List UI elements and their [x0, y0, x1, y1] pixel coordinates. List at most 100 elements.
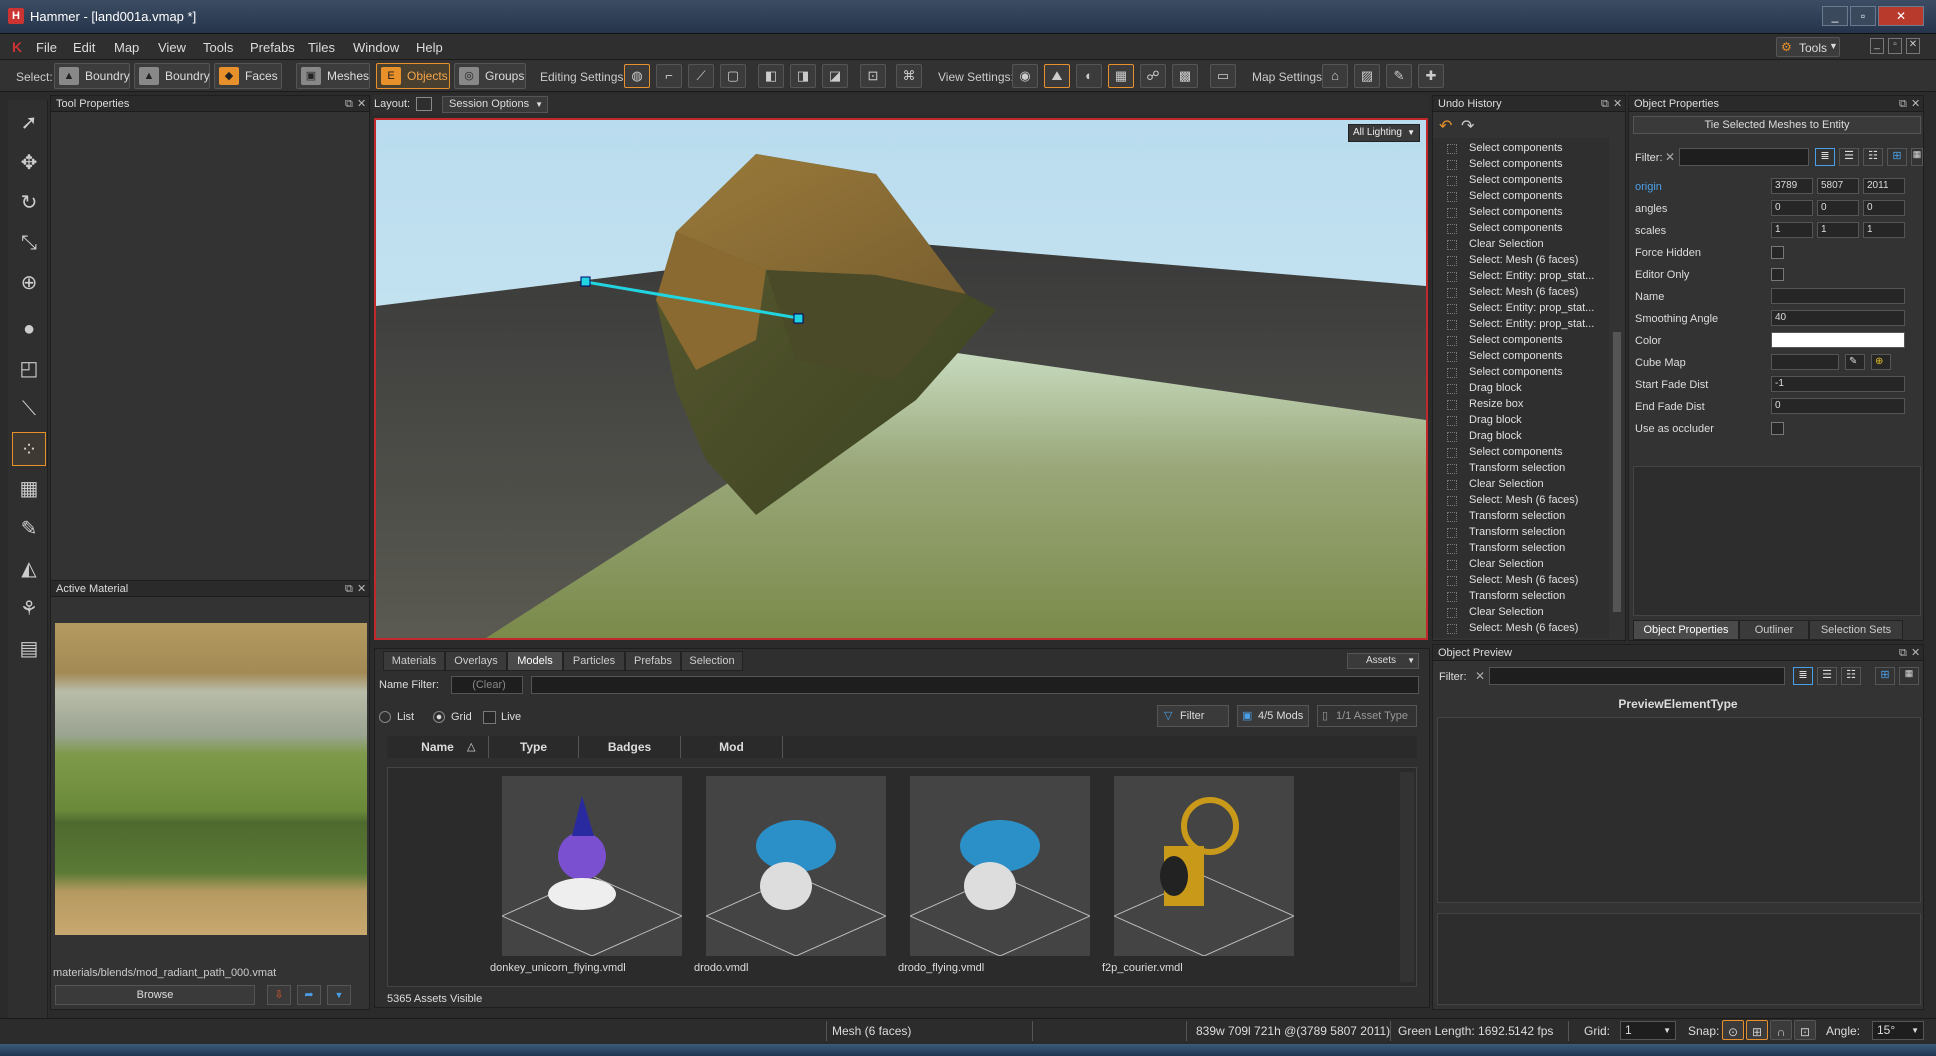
- float-icon[interactable]: ⧉: [1899, 96, 1907, 112]
- property-value-field[interactable]: 1: [1863, 222, 1905, 238]
- grid-radio[interactable]: [433, 711, 445, 723]
- snap-surface-icon[interactable]: ⊡: [1794, 1020, 1816, 1040]
- lightbulb-view-icon[interactable]: ◉: [1012, 64, 1038, 88]
- corner-snap-icon[interactable]: ⌐: [656, 64, 682, 88]
- property-text-field[interactable]: [1771, 288, 1905, 304]
- undo-history-item[interactable]: Transform selection: [1469, 462, 1565, 474]
- material-apply-icon[interactable]: ⇩: [267, 985, 291, 1005]
- hierarchy-view-icon[interactable]: ⊞: [1887, 148, 1907, 166]
- select-objects-button[interactable]: E Objects: [376, 63, 450, 89]
- select-boundry-button[interactable]: ▲ Boundry: [54, 63, 130, 89]
- undo-history-item[interactable]: Resize box: [1469, 398, 1523, 410]
- eyedropper-icon[interactable]: ✎: [1845, 354, 1865, 370]
- terrain-view-icon[interactable]: ⛰: [1044, 64, 1070, 88]
- undo-history-item[interactable]: Select components: [1469, 206, 1563, 218]
- preview-filter-input[interactable]: [1489, 667, 1785, 685]
- float-icon[interactable]: ⧉: [345, 96, 353, 112]
- menu-file[interactable]: File: [36, 40, 57, 55]
- select-faces-button[interactable]: ◆ Faces: [214, 63, 282, 89]
- asset-card[interactable]: f2p_courier.vmdl: [1102, 776, 1296, 981]
- undo-history-item[interactable]: Select: Entity: prop_stat...: [1469, 302, 1594, 314]
- terrain-tool-icon[interactable]: ◭: [12, 552, 46, 586]
- scale-tool-icon[interactable]: ⤡: [12, 226, 46, 260]
- preview-icon[interactable]: ⊡: [860, 64, 886, 88]
- tools-dropdown[interactable]: ⚙ Tools ▼: [1776, 37, 1840, 57]
- menu-window[interactable]: Window: [353, 40, 399, 55]
- undo-history-item[interactable]: Select components: [1469, 142, 1563, 154]
- undo-history-item[interactable]: Select: Entity: prop_stat...: [1469, 318, 1594, 330]
- undo-history-item[interactable]: Select components: [1469, 446, 1563, 458]
- vertex-tool-icon[interactable]: ⁘: [12, 432, 46, 466]
- list-radio[interactable]: [379, 711, 391, 723]
- undo-history-item[interactable]: Transform selection: [1469, 542, 1565, 554]
- column-type[interactable]: Type: [489, 736, 579, 758]
- undo-history-item[interactable]: Select: Mesh (6 faces): [1469, 494, 1578, 506]
- close-icon[interactable]: ✕: [357, 96, 366, 112]
- tab-particles[interactable]: Particles: [563, 651, 625, 671]
- undo-history-item[interactable]: Select components: [1469, 334, 1563, 346]
- tie-meshes-button[interactable]: Tie Selected Meshes to Entity: [1633, 116, 1921, 134]
- column-mod[interactable]: Mod: [681, 736, 783, 758]
- path-tool-icon[interactable]: ▤: [12, 632, 46, 666]
- hierarchy-view-icon[interactable]: ⊞: [1875, 667, 1895, 685]
- add-cubemap-icon[interactable]: ⊕: [1871, 354, 1891, 370]
- color-swatch[interactable]: [1771, 332, 1905, 348]
- undo-history-item[interactable]: Drag block: [1469, 414, 1522, 426]
- property-checkbox[interactable]: [1771, 268, 1784, 281]
- properties-filter-input[interactable]: [1679, 148, 1809, 166]
- snap-grid-icon[interactable]: ⊙: [1722, 1020, 1744, 1040]
- map-setting-2-icon[interactable]: ▨: [1354, 64, 1380, 88]
- undo-history-item[interactable]: Select components: [1469, 190, 1563, 202]
- select-groups-button[interactable]: ◎ Groups: [454, 63, 526, 89]
- menu-tools[interactable]: Tools: [203, 40, 233, 55]
- tab-selection[interactable]: Selection: [681, 651, 743, 671]
- binary-view-icon[interactable]: ▦: [1911, 148, 1923, 166]
- filter-button[interactable]: ▽ Filter: [1157, 705, 1229, 727]
- close-icon[interactable]: ✕: [1911, 645, 1920, 661]
- browse-button[interactable]: Browse: [55, 985, 255, 1005]
- undo-history-item[interactable]: Clear Selection: [1469, 238, 1544, 250]
- snap-vertex-icon[interactable]: ⊞: [1746, 1020, 1768, 1040]
- map-setting-4-icon[interactable]: ✚: [1418, 64, 1444, 88]
- menu-tiles[interactable]: Tiles: [308, 40, 335, 55]
- diagonal-icon[interactable]: ⟋: [688, 64, 714, 88]
- clear-filter-icon[interactable]: ✕: [1665, 150, 1675, 164]
- panel-restore-button[interactable]: ▫: [1888, 38, 1902, 54]
- float-icon[interactable]: ⧉: [1601, 96, 1609, 112]
- mods-button[interactable]: ▣ 4/5 Mods: [1237, 705, 1309, 727]
- column-badges[interactable]: Badges: [579, 736, 681, 758]
- snap-angle-icon[interactable]: ∩: [1770, 1020, 1792, 1040]
- undo-scrollbar[interactable]: [1611, 142, 1623, 634]
- name-filter-input[interactable]: [531, 676, 1419, 694]
- property-checkbox[interactable]: [1771, 246, 1784, 259]
- lighting-mode-dropdown[interactable]: All Lighting ▼: [1348, 124, 1420, 142]
- menu-edit[interactable]: Edit: [73, 40, 95, 55]
- undo-history-item[interactable]: Select: Mesh (6 faces): [1469, 622, 1578, 634]
- menu-prefabs[interactable]: Prefabs: [250, 40, 295, 55]
- tab-outliner[interactable]: Outliner: [1739, 620, 1809, 640]
- menu-help[interactable]: Help: [416, 40, 443, 55]
- undo-history-item[interactable]: Select: Entity: prop_stat...: [1469, 270, 1594, 282]
- block-tool-icon[interactable]: ◰: [12, 352, 46, 386]
- property-text-field[interactable]: -1: [1771, 376, 1905, 392]
- tab-prefabs[interactable]: Prefabs: [625, 651, 681, 671]
- undo-history-item[interactable]: Drag block: [1469, 430, 1522, 442]
- undo-history-item[interactable]: Clear Selection: [1469, 606, 1544, 618]
- undo-history-item[interactable]: Transform selection: [1469, 526, 1565, 538]
- properties-scrollbar[interactable]: [1909, 180, 1921, 456]
- viewport-scene[interactable]: [376, 120, 1426, 638]
- undo-history-item[interactable]: Select components: [1469, 366, 1563, 378]
- property-value-field[interactable]: 3789: [1771, 178, 1813, 194]
- session-options-dropdown[interactable]: Session Options ▼: [442, 96, 548, 113]
- foliage-tool-icon[interactable]: ⚘: [12, 592, 46, 626]
- property-value-field[interactable]: 1: [1817, 222, 1859, 238]
- bounds-icon[interactable]: ▢: [720, 64, 746, 88]
- property-value-field[interactable]: 0: [1863, 200, 1905, 216]
- panel-close-button[interactable]: ✕: [1906, 38, 1920, 54]
- angle-dropdown[interactable]: 15° ▼: [1872, 1021, 1924, 1040]
- tab-overlays[interactable]: Overlays: [445, 651, 507, 671]
- float-icon[interactable]: ⧉: [345, 581, 353, 597]
- 3d-viewport[interactable]: All Lighting ▼: [374, 118, 1428, 640]
- asset-type-button[interactable]: ▯ 1/1 Asset Type: [1317, 705, 1417, 727]
- map-setting-3-icon[interactable]: ✎: [1386, 64, 1412, 88]
